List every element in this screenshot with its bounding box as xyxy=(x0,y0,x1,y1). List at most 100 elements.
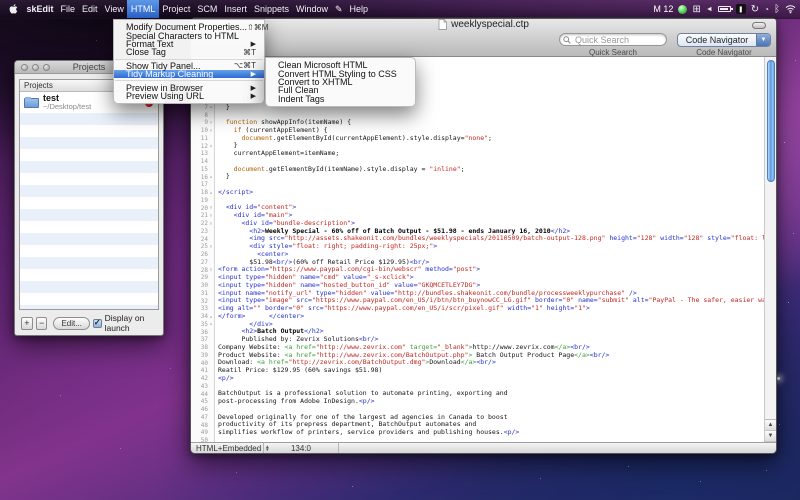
wallpaper-bright-star xyxy=(777,377,780,380)
code-line: <h2>Weekly Special - 60% off of Batch Ou… xyxy=(218,228,764,236)
line-number: 34▵ xyxy=(191,313,214,321)
menu-item[interactable]: Close Tag⌘T xyxy=(114,48,264,56)
code-line: document.getElementById(currentAppElemen… xyxy=(218,135,764,143)
bluetooth-icon[interactable]: ᛒ xyxy=(774,0,780,18)
menu-separator xyxy=(115,80,263,81)
scrollbar-thumb[interactable] xyxy=(767,60,775,182)
palette-footer: + − Edit... ✓ Display on launch xyxy=(15,311,163,335)
line-number: 49 xyxy=(191,429,214,437)
line-number: 27 xyxy=(191,259,214,267)
zoom-button[interactable] xyxy=(43,64,50,71)
line-number-gutter: 1234567▵89▿10▿1112▵13141516▵1718▵1920▿21… xyxy=(191,57,215,442)
wifi-icon[interactable] xyxy=(785,0,796,18)
line-number: 41 xyxy=(191,367,214,375)
line-number: 29 xyxy=(191,274,214,282)
checkbox-checked-icon[interactable]: ✓ xyxy=(93,319,102,328)
editor-titlebar[interactable]: weeklyspecial.ctp xyxy=(191,18,776,31)
editor-window-header[interactable]: weeklyspecial.ctp Quick Search Code Navi… xyxy=(191,18,776,57)
code-line: <div id="content"> xyxy=(218,204,764,212)
line-number: 28▿ xyxy=(191,266,214,274)
close-button[interactable] xyxy=(21,64,28,71)
menubar-item-view[interactable]: View xyxy=(101,0,127,18)
vertical-scrollbar[interactable]: ▲ ▼ xyxy=(764,57,776,442)
code-line: currentAppElement=itemName; xyxy=(218,150,764,158)
line-number: 37 xyxy=(191,336,214,344)
code-line: <center> xyxy=(218,251,764,259)
menubar-item-html[interactable]: HTML xyxy=(127,0,159,18)
code-line: <div style="float: right; padding-right:… xyxy=(218,243,764,251)
menu-item[interactable]: Preview Using URL▶ xyxy=(114,92,264,100)
add-project-button[interactable]: + xyxy=(21,317,33,330)
code-line: Company Website: <a href="http://www.zev… xyxy=(218,344,764,352)
palette-title: Projects xyxy=(73,62,106,72)
line-number: 39 xyxy=(191,352,214,360)
menubar-item-file[interactable]: File xyxy=(57,0,79,18)
apple-menu-icon[interactable] xyxy=(0,0,23,18)
code-editor[interactable]: 1234567▵89▿10▿1112▵13141516▵1718▵1920▿21… xyxy=(191,57,776,442)
toolbar-toggle-lozenge[interactable] xyxy=(752,22,766,29)
line-number: 48 xyxy=(191,421,214,429)
applescript-menu-icon[interactable]: ✎ xyxy=(331,0,346,18)
menubar-item-scm[interactable]: SCM xyxy=(194,0,221,18)
line-number: 20▿ xyxy=(191,204,214,212)
code-navigator-button[interactable]: Code Navigator ▼ xyxy=(677,33,771,47)
line-number: 13 xyxy=(191,150,214,158)
scroll-up-arrow[interactable]: ▲ xyxy=(765,420,776,431)
code-line: if (currentAppElement) { xyxy=(218,127,764,135)
code-line: Product Website: <a href="http://www.zev… xyxy=(218,352,764,360)
line-number: 38 xyxy=(191,344,214,352)
edit-project-button[interactable]: Edit... xyxy=(53,317,89,330)
code-line: <div id="main"> xyxy=(218,212,764,220)
shortcut-label: ⇧⌘M xyxy=(247,23,268,32)
projects-list[interactable]: Projects test ~/Desktop/test xyxy=(19,79,159,310)
line-number: 36 xyxy=(191,328,214,336)
spaces-icon[interactable]: ⊞ xyxy=(692,0,700,18)
quick-search-input[interactable] xyxy=(559,33,667,46)
display-on-launch-option[interactable]: ✓ Display on launch xyxy=(93,313,157,333)
menubar-item-project[interactable]: Project xyxy=(159,0,194,18)
scroll-down-arrow[interactable]: ▼ xyxy=(765,431,776,442)
code-line: <div id="bundle-description"> xyxy=(218,220,764,228)
palette-window-buttons[interactable] xyxy=(21,64,50,71)
code-navigator-label: Code Navigator xyxy=(678,35,756,45)
menu-item[interactable]: Tidy Markup Cleaning▶ xyxy=(114,70,264,78)
remove-project-button[interactable]: − xyxy=(36,317,48,330)
document-icon xyxy=(438,19,447,30)
ichat-icon[interactable] xyxy=(678,5,687,14)
line-number: 43 xyxy=(191,383,214,391)
menubar-item-insert[interactable]: Insert xyxy=(221,0,251,18)
code-line: <img src="http://assets.shakeonit.com/bu… xyxy=(218,235,764,243)
menubar-item-help[interactable]: Help xyxy=(346,0,372,18)
menubar-item-window[interactable]: Window xyxy=(292,0,331,18)
statusbar-divider xyxy=(338,443,339,453)
app-menu-icon[interactable]: ❚ xyxy=(736,4,746,14)
menubar-item-snippets[interactable]: Snippets xyxy=(250,0,292,18)
code-lines: $("#c } function showAppInfo(itemName) {… xyxy=(216,57,764,442)
sync-icon[interactable]: ↻ xyxy=(751,0,759,18)
submenu-arrow-icon: ▶ xyxy=(251,92,256,100)
empty-list-stripes xyxy=(20,113,158,309)
submenu-item[interactable]: Indent Tags xyxy=(266,95,415,103)
code-line: } xyxy=(218,142,764,150)
line-number: 35▵ xyxy=(191,321,214,329)
project-path: ~/Desktop/test xyxy=(43,103,91,111)
shortcut-label: ⌘T xyxy=(243,48,256,57)
menubar-item-skedit[interactable]: skEdit xyxy=(23,0,57,18)
minimize-button[interactable] xyxy=(32,64,39,71)
code-line: </script> xyxy=(218,189,764,197)
volume-icon[interactable]: ◄ xyxy=(706,0,713,18)
line-number: 22▿ xyxy=(191,220,214,228)
code-line: <img alt="" border="0" src="https://www.… xyxy=(218,305,764,313)
timer-icon[interactable]: ◔ xyxy=(764,0,769,18)
menubar-item-edit[interactable]: Edit xyxy=(79,0,102,18)
code-line: document.getElementById(itemName).style.… xyxy=(218,166,764,174)
shortcut-label: ⌥⌘T xyxy=(234,61,256,70)
language-mode-popup[interactable]: HTML+Embedded ▲▼ xyxy=(191,443,263,453)
code-line xyxy=(218,197,764,205)
html-menu: Modify Document Properties...⇧⌘MSpecial … xyxy=(113,19,265,104)
code-line xyxy=(218,383,764,391)
line-number: 8 xyxy=(191,111,214,119)
battery-icon[interactable] xyxy=(718,0,731,18)
line-number: 9▿ xyxy=(191,119,214,127)
menu-meter[interactable]: M 12 xyxy=(653,0,673,18)
